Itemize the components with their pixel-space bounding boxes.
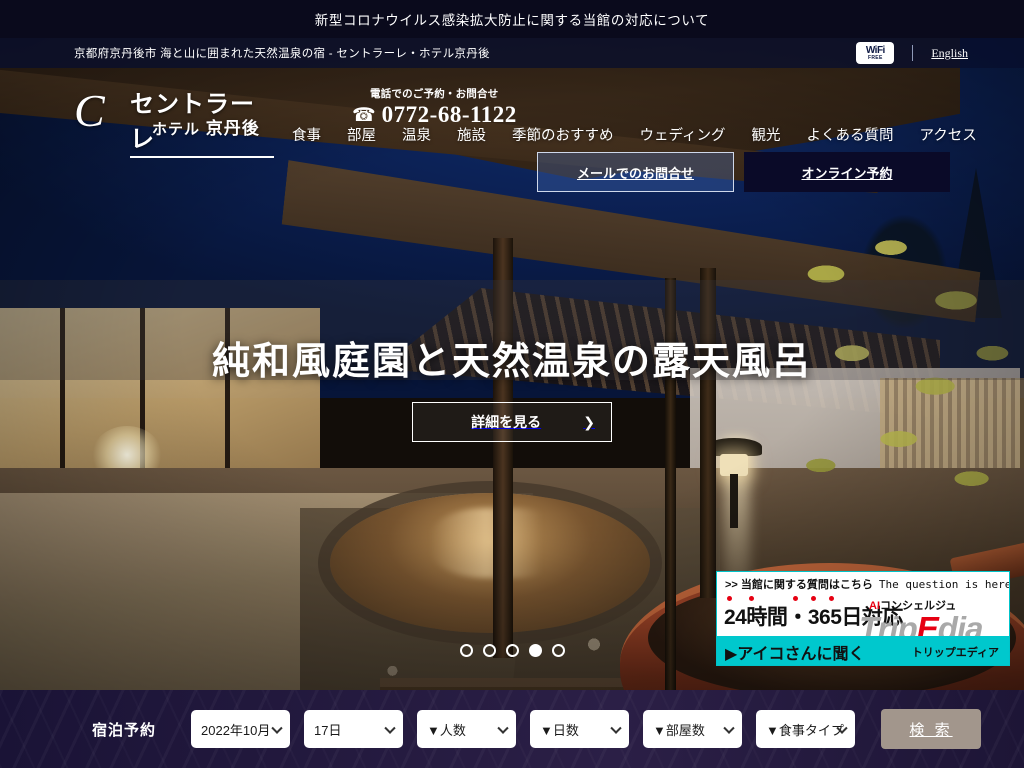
booking-select-rooms-value: ▼部屋数: [653, 722, 705, 738]
hero-headline: 純和風庭園と天然温泉の露天風呂: [211, 341, 812, 383]
nav-item-sightseeing[interactable]: 観光: [752, 124, 781, 145]
ai-concierge-banner[interactable]: >> 当館に関する質問はこちら The question is here. 24…: [716, 571, 1010, 666]
booking-select-mealtype-value: ▼食事タイプ: [766, 722, 844, 738]
booking-select-guests-value: ▼人数: [427, 722, 466, 738]
nav-item-dining[interactable]: 食事: [292, 124, 321, 145]
wifi-free-icon: WiFi FREE: [856, 42, 895, 64]
carousel-dot-1[interactable]: [459, 644, 473, 657]
carousel-dot-5[interactable]: [551, 644, 565, 657]
main-navigation: 食事 部屋 温泉 施設 季節のおすすめ ウェディング 観光 よくある質問 アクセ…: [292, 124, 977, 145]
chevron-down-icon: [384, 722, 396, 734]
site-logo[interactable]: C セントラーレ ホテル 京丹後: [74, 84, 274, 158]
ai-banner-ask-button-label: ▶アイコさんに聞く: [725, 646, 865, 663]
language-link-english[interactable]: English: [931, 46, 968, 61]
booking-select-day[interactable]: 17日: [304, 710, 404, 748]
tripedia-logo-kana: トリップエディア: [911, 647, 999, 659]
header-divider: [912, 45, 914, 61]
mail-inquiry-button[interactable]: メールでのお問合せ: [537, 152, 734, 192]
booking-select-nights-value: ▼日数: [540, 722, 579, 738]
nav-item-facilities[interactable]: 施設: [457, 124, 486, 145]
nav-item-faq[interactable]: よくある質問: [807, 124, 894, 145]
booking-search-button[interactable]: 検 索: [881, 709, 982, 749]
booking-bar: 宿泊予約 2022年10月 17日 ▼人数 ▼日数 ▼部屋数 ▼食事タイプ 検 …: [0, 690, 1024, 768]
site-tagline: 京都府京丹後市 海と山に囲まれた天然温泉の宿 - セントラーレ・ホテル京丹後: [74, 48, 490, 60]
carousel-dot-2[interactable]: [482, 644, 496, 657]
chevron-right-icon: ❯: [583, 413, 595, 430]
logo-subtitle-hotel: ホテル: [152, 121, 201, 138]
nav-item-seasonal[interactable]: 季節のおすすめ: [512, 124, 614, 145]
chevron-down-icon: [497, 722, 509, 734]
nav-item-onsen[interactable]: 温泉: [402, 124, 431, 145]
carousel-dot-4[interactable]: [528, 644, 542, 657]
logo-subtitle-place: 京丹後: [205, 119, 260, 138]
booking-select-month-value: 2022年10月: [201, 722, 271, 738]
nav-item-rooms[interactable]: 部屋: [347, 124, 376, 145]
chevron-down-icon: [610, 722, 622, 734]
ai-banner-question-jp: >> 当館に関する質問はこちら: [725, 579, 873, 591]
booking-fields: 2022年10月 17日 ▼人数 ▼日数 ▼部屋数 ▼食事タイプ: [191, 710, 856, 748]
covid-notice-text: 新型コロナウイルス感染拡大防止に関する当館の対応について: [314, 13, 710, 28]
chevron-down-icon: [723, 722, 735, 734]
hero-detail-button[interactable]: 詳細を見る ❯: [412, 402, 612, 442]
booking-select-day-value: 17日: [314, 722, 342, 738]
phone-icon: ☎: [352, 104, 376, 126]
nav-item-access[interactable]: アクセス: [920, 124, 977, 145]
booking-select-mealtype[interactable]: ▼食事タイプ: [756, 710, 856, 748]
booking-select-rooms[interactable]: ▼部屋数: [643, 710, 743, 748]
wifi-icon-label: WiFi: [865, 44, 886, 56]
ai-banner-question-en: The question is here.: [878, 577, 1010, 591]
chevron-down-icon: [271, 722, 283, 734]
carousel-dot-3[interactable]: [505, 644, 519, 657]
booking-bar-label: 宿泊予約: [92, 721, 157, 739]
booking-select-guests[interactable]: ▼人数: [417, 710, 517, 748]
logo-subtitle: ホテル 京丹後: [152, 114, 260, 139]
ai-banner-question-row: >> 当館に関する質問はこちら The question is here.: [717, 572, 1009, 596]
booking-select-month[interactable]: 2022年10月: [191, 710, 291, 748]
telephone-block: 電話でのご予約・お問合せ ☎ 0772-68-1122: [352, 86, 517, 128]
ai-banner-ask-bar[interactable]: ▶アイコさんに聞く トリップエディア: [717, 636, 1009, 665]
online-reservation-button[interactable]: オンライン予約: [744, 152, 950, 192]
hero-detail-button-label: 詳細を見る: [471, 414, 542, 430]
ai-banner-middle-row: 24時間・365日対応 AIコンシェルジュ TripEdia: [717, 596, 1009, 647]
booking-select-nights[interactable]: ▼日数: [530, 710, 630, 748]
sub-header-bar: 京都府京丹後市 海と山に囲まれた天然温泉の宿 - セントラーレ・ホテル京丹後 W…: [0, 38, 1024, 68]
telephone-label: 電話でのご予約・お問合せ: [370, 88, 499, 100]
covid-notice-bar[interactable]: 新型コロナウイルス感染拡大防止に関する当館の対応について: [0, 0, 1024, 38]
homepage: 新型コロナウイルス感染拡大防止に関する当館の対応について 京都府京丹後市 海と山…: [0, 0, 1024, 768]
nav-item-wedding[interactable]: ウェディング: [640, 124, 726, 145]
logo-c-mark: C: [74, 85, 105, 136]
wifi-icon-sublabel: FREE: [868, 54, 883, 61]
